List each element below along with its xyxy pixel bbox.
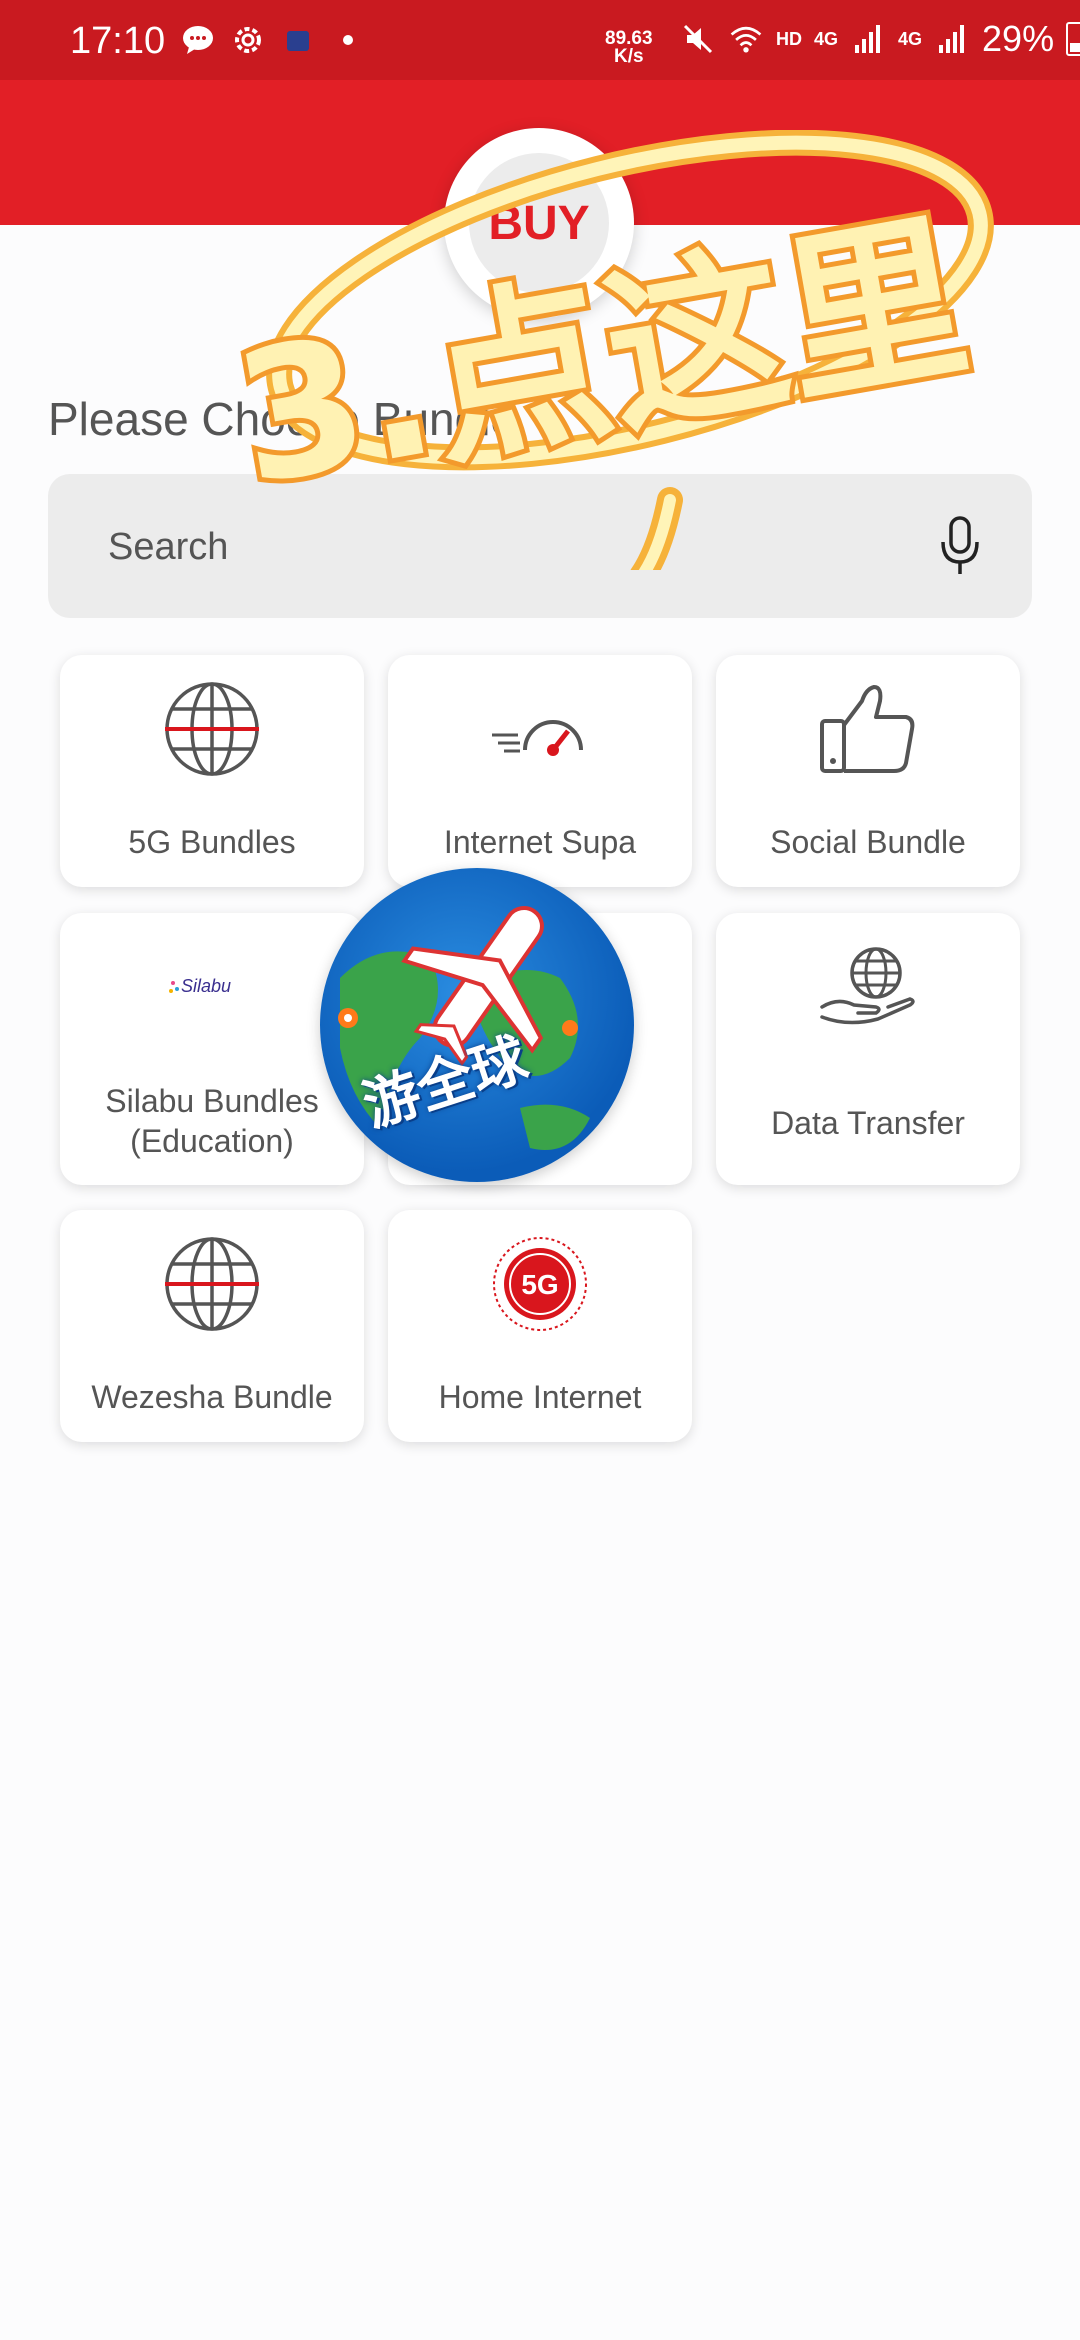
message-icon <box>180 22 216 58</box>
globe-icon <box>60 679 364 779</box>
battery-icon <box>1066 22 1080 56</box>
tile-wezesha-bundle[interactable]: Wezesha Bundle <box>60 1210 364 1442</box>
tile-label: Internet Supa <box>443 824 637 860</box>
tile-home-internet[interactable]: 5G Home Internet <box>388 1210 692 1442</box>
tile-5g-bundles[interactable]: 5G Bundles <box>60 655 364 887</box>
status-right-icons: HD 4G 4G 29% <box>680 18 1080 60</box>
tile-silabu-bundles[interactable]: Silabu Silabu Bundles (Education) <box>60 913 364 1185</box>
speedometer-icon <box>388 705 692 765</box>
network-type-2: 4G <box>898 28 923 49</box>
wifi-icon <box>728 21 764 57</box>
search-bar[interactable] <box>48 474 1032 618</box>
network-speed: 89.63 K/s <box>605 29 653 67</box>
globe-hand-icon <box>716 943 1020 1027</box>
tile-label-line1: Silabu Bundles <box>105 1083 319 1119</box>
microphone-icon[interactable] <box>938 514 982 578</box>
thumbs-up-icon <box>716 681 1020 777</box>
status-time: 17:10 <box>70 20 166 62</box>
tile-label: Social Bundle <box>770 824 966 860</box>
5g-badge-icon: 5G <box>388 1234 692 1334</box>
battery-percent: 29% <box>982 18 1055 59</box>
tile-label-line2: (Education) <box>130 1123 294 1159</box>
buy-button[interactable]: BUY <box>444 128 634 318</box>
mute-icon <box>680 21 716 57</box>
tile-data-transfer[interactable]: Data Transfer <box>716 913 1020 1185</box>
tile-social-bundle[interactable]: Social Bundle <box>716 655 1020 887</box>
signal-icon-1 <box>850 21 886 57</box>
tile-label: Wezesha Bundle <box>91 1379 333 1415</box>
tile-label: nit <box>523 1105 557 1141</box>
tile-hidden-bundle[interactable]: nit <box>388 913 692 1185</box>
buy-label: BUY <box>469 153 609 293</box>
tile-label: Data Transfer <box>771 1105 965 1141</box>
5g-badge-text: 5G <box>521 1269 558 1300</box>
hd-label: HD <box>776 28 802 49</box>
notification-icons <box>180 22 366 58</box>
signal-icon-2 <box>934 21 970 57</box>
network-type-1: 4G <box>814 28 839 49</box>
app-notification-icon <box>280 22 316 58</box>
tile-label: Home Internet <box>438 1379 642 1415</box>
globe-icon <box>60 1234 364 1334</box>
tile-label: 5G Bundles <box>128 824 296 860</box>
dot-icon <box>330 22 366 58</box>
silabu-logo-text: Silabu <box>181 976 231 996</box>
search-input[interactable] <box>106 514 910 580</box>
status-bar: 17:10 89.63 K/s HD 4G 4G 29% <box>0 0 1080 80</box>
tile-label: Silabu Bundles (Education) <box>60 1081 364 1161</box>
tile-internet-supa[interactable]: Internet Supa <box>388 655 692 887</box>
settings-icon <box>230 22 266 58</box>
silabu-logo: Silabu <box>60 971 364 1001</box>
network-speed-unit: K/s <box>613 46 644 67</box>
page-title: Please Choose Bundle <box>48 393 516 445</box>
